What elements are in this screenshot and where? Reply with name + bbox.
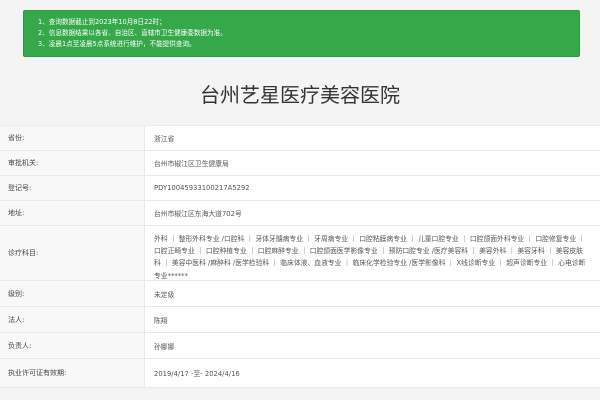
row-label: 登记号: — [0, 176, 145, 200]
row-label: 省份: — [0, 126, 145, 150]
table-row-province: 省份: 浙江省 — [0, 126, 600, 151]
notice-banner: 1、查询数据截止到2023年10月8日22时； 2、信息数据结果以各省、自治区、… — [23, 10, 580, 57]
row-label: 级别: — [0, 281, 145, 306]
row-value: 外科 ｜ 整形外科专业 /口腔科 ｜ 牙体牙髓病专业 ｜ 牙周病专业 ｜ 口腔粘… — [154, 235, 586, 280]
row-label: 负责人: — [0, 333, 145, 358]
notice-line: 2、信息数据结果以各省、自治区、直辖市卫生健康委数据为准。 — [38, 29, 227, 38]
notice-line: 3、凌晨1点至凌晨5点系统进行维护，不能提供查询。 — [38, 40, 196, 49]
table-row-legal-person: 法人: 陈翔 — [0, 307, 600, 333]
row-value: 陈翔 — [154, 316, 168, 325]
table-row-departments: 诊疗科目: 外科 ｜ 整形外科专业 /口腔科 ｜ 牙体牙髓病专业 ｜ 牙周病专业… — [0, 226, 600, 281]
row-label: 法人: — [0, 307, 145, 332]
table-row-person-in-charge: 负责人: 孙娜娜 — [0, 333, 600, 359]
row-value: 未定级 — [154, 290, 175, 299]
row-value: 浙江省 — [154, 135, 175, 143]
row-label: 审批机关: — [0, 151, 145, 175]
page-title: 台州艺星医疗美容医院 — [200, 83, 400, 107]
notice-line: 1、查询数据截止到2023年10月8日22时； — [38, 18, 166, 26]
row-value: 孙娜娜 — [154, 342, 175, 351]
row-value: 台州市椒江区东海大道702号 — [154, 210, 242, 218]
table-row-approval-authority: 审批机关: 台州市椒江区卫生健康局 — [0, 151, 600, 176]
info-table: 省份: 浙江省 审批机关: 台州市椒江区卫生健康局 登记号: PDY100459… — [0, 125, 600, 388]
table-row-level: 级别: 未定级 — [0, 281, 600, 307]
row-label: 诊疗科目: — [0, 226, 145, 280]
table-row-license-validity: 执业许可证有效期: 2019/4/17 -至- 2024/4/16 — [0, 359, 600, 388]
row-value: PDY10045933100217A5292 — [154, 184, 250, 192]
table-row-registration-number: 登记号: PDY10045933100217A5292 — [0, 176, 600, 201]
row-value: 台州市椒江区卫生健康局 — [154, 160, 229, 168]
row-value: 2019/4/17 -至- 2024/4/16 — [154, 370, 240, 378]
row-label: 地址: — [0, 201, 145, 225]
table-row-address: 地址: 台州市椒江区东海大道702号 — [0, 201, 600, 226]
row-label: 执业许可证有效期: — [0, 359, 145, 387]
